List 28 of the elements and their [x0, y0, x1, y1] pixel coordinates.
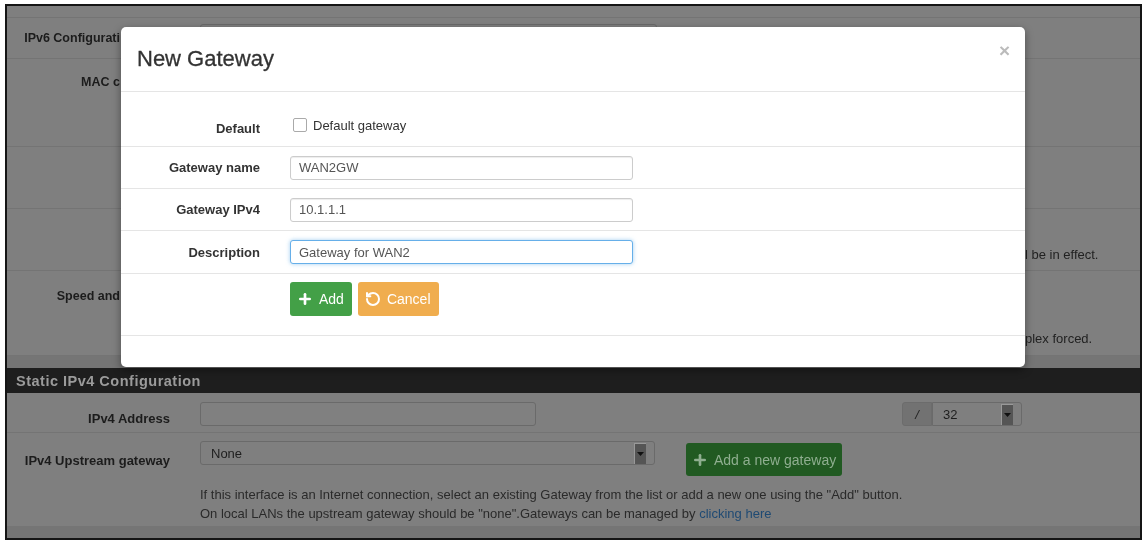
text-field[interactable]: 10.1.1.1	[290, 197, 633, 222]
field-label: Description	[187, 244, 260, 260]
checkbox-label: Default gateway	[313, 117, 407, 133]
rotate-arrow-icon	[364, 291, 381, 307]
modal-title: New Gateway	[137, 46, 274, 72]
text-field[interactable]: WAN2GW	[290, 155, 633, 180]
field-label: Gateway IPv4	[175, 202, 260, 217]
input-addon: /	[902, 402, 932, 426]
select-field[interactable]: 32	[932, 402, 1022, 426]
select-field[interactable]: None	[200, 441, 655, 465]
field-label: Gateway name	[167, 160, 260, 175]
setting-label: Speed and	[55, 288, 120, 303]
add-button[interactable]: Add	[290, 282, 352, 316]
section-header: Static IPv4 Configuration	[7, 368, 1140, 393]
link[interactable]: clicking here	[699, 506, 772, 521]
checkbox[interactable]	[293, 118, 307, 132]
help-text: If this interface is an Internet connection, select an existing Gateway from the list or add a new one using the "Add" button. On local LANs the upstream gateway should be "none".Gateways can be managed by clicking here	[200, 486, 904, 523]
plus-icon	[297, 291, 313, 307]
help-text: l be in effect.	[1025, 247, 1100, 264]
text-field[interactable]: Gateway for WAN2	[290, 240, 633, 264]
field-label: Default	[214, 120, 260, 136]
setting-label: IPv6 Configurati	[23, 30, 120, 45]
help-text: plex forced.	[1025, 331, 1094, 348]
setting-label: MAC c	[80, 74, 120, 89]
add-gateway-button[interactable]: Add a new gateway	[686, 443, 843, 476]
setting-label: IPv4 Upstream gateway	[23, 452, 170, 468]
setting-label: IPv4 Address	[87, 410, 170, 426]
plus-icon	[692, 451, 708, 468]
